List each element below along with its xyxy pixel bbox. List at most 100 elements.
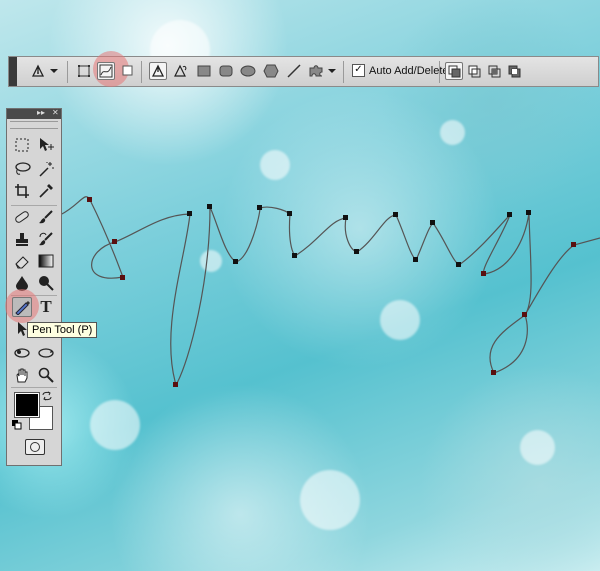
3d-orbit-icon	[38, 348, 54, 358]
separator	[439, 61, 440, 83]
collapse-arrows-icon[interactable]: ▸▸	[37, 108, 45, 117]
gradient-tool[interactable]	[36, 251, 56, 271]
marquee-tool[interactable]	[12, 135, 32, 155]
checkbox-checked-icon[interactable]: ✓	[352, 64, 365, 77]
healing-brush-tool[interactable]	[12, 207, 32, 227]
dodge-icon	[39, 276, 54, 291]
history-brush-tool[interactable]	[36, 229, 56, 249]
eraser-icon	[15, 256, 29, 269]
tools-panel-header[interactable]: ▸▸ ✕	[7, 108, 61, 119]
lasso-icon	[15, 162, 31, 175]
swap-arrows-icon	[42, 391, 52, 401]
brush-icon	[39, 210, 53, 224]
custom-shape-option[interactable]	[307, 62, 325, 80]
polygon-tool-option[interactable]	[262, 62, 280, 80]
anchor-point[interactable]	[526, 210, 531, 215]
options-bar: ✓ Auto Add/Delete	[8, 51, 599, 87]
anchor-point[interactable]	[287, 211, 292, 216]
rectangle-tool-option[interactable]	[195, 62, 213, 80]
brush-tool[interactable]	[36, 207, 56, 227]
anchor-point[interactable]	[456, 262, 461, 267]
anchor-point[interactable]	[112, 239, 117, 244]
anchor-point[interactable]	[233, 259, 238, 264]
shape-layers-icon	[78, 65, 90, 77]
rounded-rectangle-option[interactable]	[217, 62, 235, 80]
pen-tool-option[interactable]	[149, 62, 167, 80]
puzzle-shape-icon	[309, 65, 323, 77]
lasso-tool[interactable]	[12, 159, 32, 179]
anchor-point[interactable]	[292, 253, 297, 258]
anchor-point[interactable]	[393, 212, 398, 217]
anchor-point[interactable]	[481, 271, 486, 276]
gradient-icon	[38, 254, 54, 268]
exclude-overlapping-areas-button[interactable]	[505, 62, 523, 80]
default-colors-button[interactable]	[11, 419, 23, 431]
rounded-rectangle-icon	[219, 65, 233, 77]
pen-tool[interactable]	[12, 297, 32, 317]
crop-tool[interactable]	[12, 181, 32, 201]
subtract-from-path-area-button[interactable]	[465, 62, 483, 80]
bezier-path-spring[interactable]	[59, 196, 600, 387]
magic-wand-icon	[39, 162, 54, 177]
paths-button[interactable]	[97, 62, 115, 80]
anchor-point[interactable]	[571, 242, 576, 247]
default-colors-icon	[12, 420, 22, 430]
zoom-tool[interactable]	[36, 365, 56, 385]
quick-mask-icon	[30, 442, 40, 452]
anchor-point[interactable]	[257, 205, 262, 210]
hand-tool[interactable]	[12, 365, 32, 385]
close-icon[interactable]: ✕	[52, 108, 59, 117]
separator	[11, 387, 57, 388]
intersect-area-icon	[488, 65, 501, 78]
anchor-point[interactable]	[430, 220, 435, 225]
line-tool-option[interactable]	[285, 62, 303, 80]
add-to-path-area-button[interactable]	[445, 62, 463, 80]
anchor-point[interactable]	[522, 312, 527, 317]
chevron-down-icon[interactable]	[49, 62, 59, 80]
eraser-tool[interactable]	[12, 251, 32, 271]
tooltip: Pen Tool (P)	[27, 322, 98, 338]
fill-pixels-button[interactable]	[119, 62, 137, 80]
move-arrow-icon	[40, 138, 54, 151]
options-bar-grip[interactable]	[9, 57, 17, 86]
history-brush-icon	[39, 232, 53, 246]
anchor-point[interactable]	[207, 204, 212, 209]
type-tool[interactable]: T	[36, 297, 56, 317]
polygon-icon	[263, 64, 279, 78]
shape-layers-button[interactable]	[75, 62, 93, 80]
anchor-point[interactable]	[413, 257, 418, 262]
anchor-point[interactable]	[187, 211, 192, 216]
freeform-pen-option[interactable]	[171, 62, 189, 80]
line-icon	[287, 64, 301, 78]
quick-mask-button[interactable]	[25, 439, 45, 455]
auto-add-delete-checkbox[interactable]: ✓ Auto Add/Delete	[352, 64, 449, 77]
foreground-color-swatch[interactable]	[14, 392, 40, 418]
anchor-point[interactable]	[173, 382, 178, 387]
tool-preset-picker[interactable]	[29, 62, 47, 80]
tools-panel-grip[interactable]	[10, 121, 58, 129]
eyedropper-tool[interactable]	[36, 181, 56, 201]
separator	[141, 61, 142, 83]
anchor-point[interactable]	[120, 275, 125, 280]
swap-colors-button[interactable]	[41, 390, 53, 402]
chevron-down-icon[interactable]	[327, 62, 337, 80]
anchor-point[interactable]	[507, 212, 512, 217]
anchor-point[interactable]	[343, 215, 348, 220]
fill-pixels-icon	[122, 65, 133, 76]
3d-orbit-tool[interactable]	[36, 343, 56, 363]
ellipse-tool-option[interactable]	[239, 62, 257, 80]
move-tool[interactable]	[36, 135, 56, 155]
anchor-point[interactable]	[491, 370, 496, 375]
clone-stamp-tool[interactable]	[12, 229, 32, 249]
anchor-point[interactable]	[354, 249, 359, 254]
eyedropper-icon	[39, 184, 53, 198]
separator	[67, 61, 68, 83]
anchor-point[interactable]	[87, 197, 92, 202]
magnifier-icon	[38, 367, 54, 383]
dodge-tool[interactable]	[36, 273, 56, 293]
magic-wand-tool[interactable]	[36, 159, 56, 179]
intersect-path-areas-button[interactable]	[485, 62, 503, 80]
auto-add-delete-label: Auto Add/Delete	[369, 64, 449, 77]
3d-rotate-tool[interactable]	[12, 343, 32, 363]
stamp-icon	[16, 233, 28, 246]
